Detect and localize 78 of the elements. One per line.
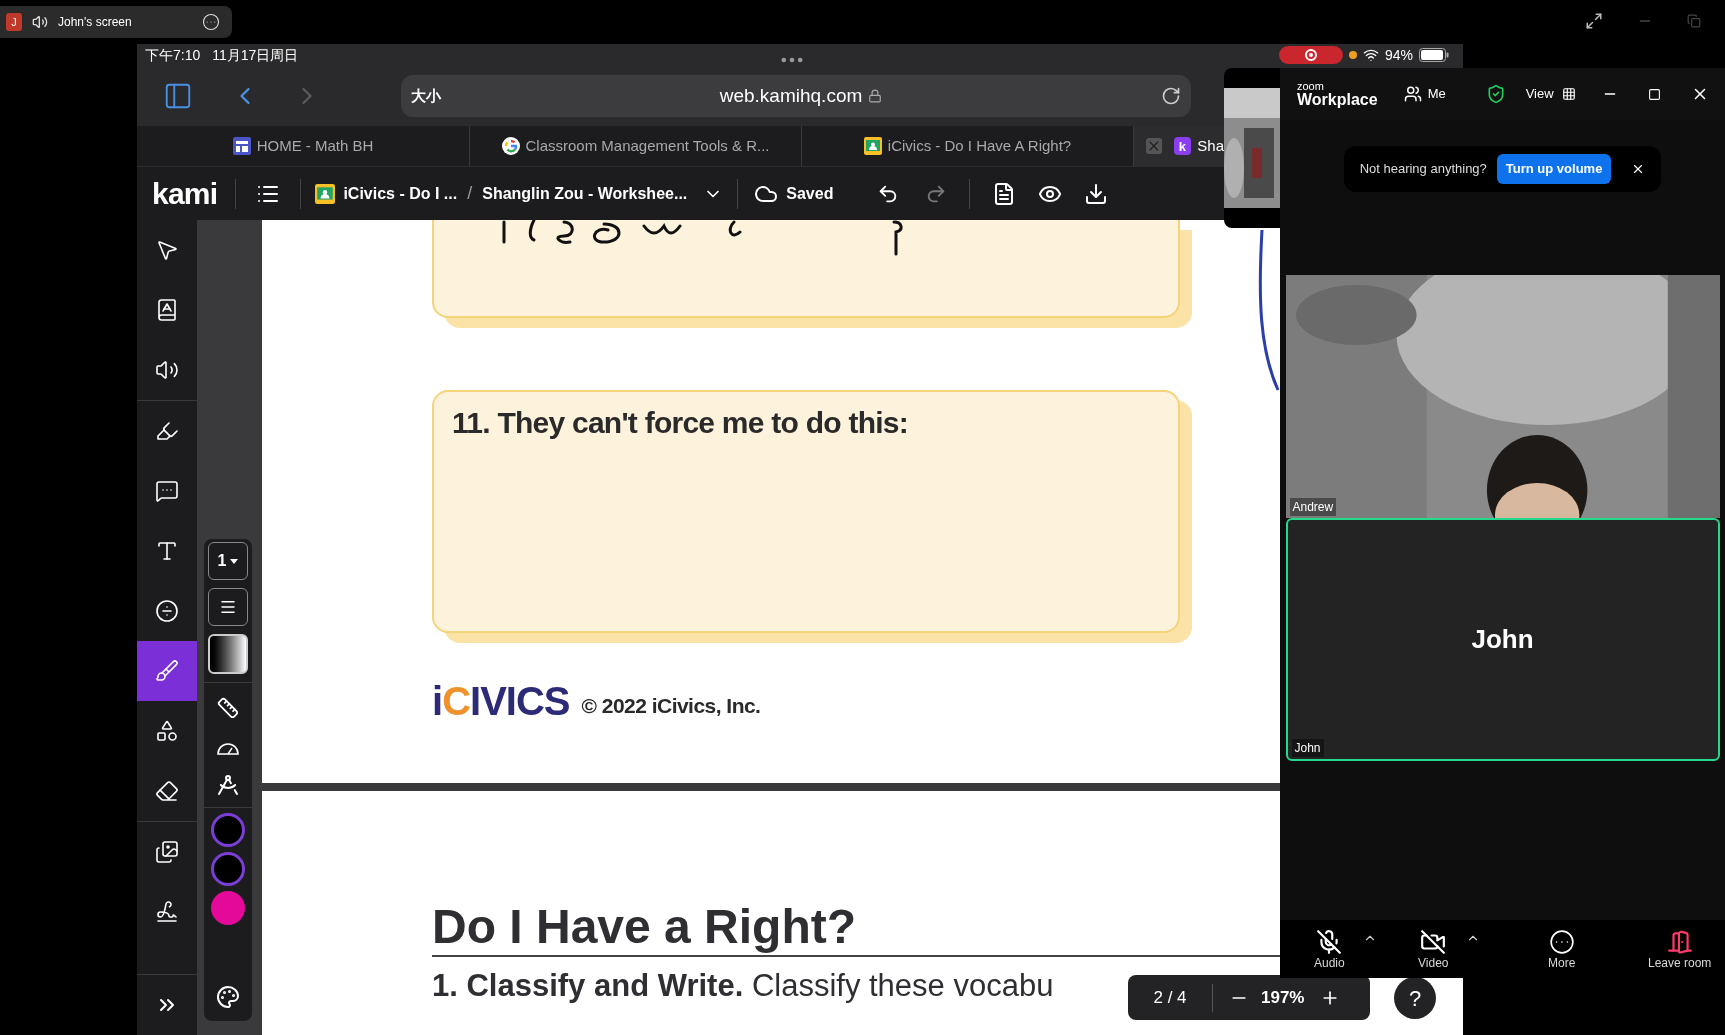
instruction-text: 1. Classify and Write. Classify these vocabu (432, 967, 1054, 1005)
colored-ring-icon (501, 137, 520, 155)
status-time: 下午7:10 (145, 45, 201, 65)
notice-text: Not hearing anything? (1359, 160, 1487, 179)
brand-name: Workplace (1297, 91, 1378, 108)
status-date: 11月17日周日 (212, 45, 299, 65)
exit-door-icon (1666, 929, 1693, 955)
participant-name: John (1291, 739, 1324, 757)
meeting-control[interactable]: Leave room (1644, 929, 1716, 969)
expand-icon[interactable] (1585, 12, 1603, 30)
ruler-icon[interactable] (217, 697, 239, 719)
battery-percent: 94% (1384, 45, 1413, 65)
stroke-width-dropdown[interactable]: 1 (208, 542, 248, 580)
app-icon: k (1173, 137, 1192, 155)
screen-share-pill[interactable]: J John's screen (0, 6, 232, 38)
color-swatch[interactable] (211, 813, 245, 847)
user-initial-badge: J (6, 13, 22, 31)
divide-icon (155, 599, 179, 623)
gradient-swatch[interactable] (208, 634, 248, 674)
eraser-icon (155, 779, 179, 803)
color-swatch[interactable] (211, 891, 245, 925)
breadcrumb-link[interactable]: iCivics - Do I ... (343, 181, 458, 206)
grid-icon (1561, 87, 1576, 101)
color-swatch[interactable] (211, 852, 245, 886)
url-text: web.kamihq.com (719, 83, 863, 108)
participant-display-name: John (1471, 623, 1534, 656)
protractor-icon[interactable] (216, 741, 240, 755)
meeting-control[interactable]: More (1544, 929, 1580, 969)
icivics-logo: iCIVICS (432, 681, 570, 721)
recording-indicator (1278, 46, 1343, 64)
page-indicator: 2 / 4 (1152, 986, 1188, 1009)
signature-icon (155, 900, 179, 924)
zoom-level: 197% (1261, 986, 1305, 1009)
copyright-text: © 2022 iCivics, Inc. (581, 692, 761, 719)
speaker-icon (32, 14, 48, 30)
question-text: 11. They can't force me to do this: (452, 406, 908, 439)
image-icon (155, 840, 179, 864)
download-icon[interactable] (1084, 181, 1109, 206)
palette-icon[interactable] (216, 985, 240, 1009)
maximize-icon[interactable] (1648, 87, 1661, 101)
document-title[interactable]: Shanglin Zou - Workshee... (482, 181, 688, 206)
address-bar[interactable]: 大小 web.kamihq.com (401, 75, 1191, 117)
sidebar-icon[interactable] (163, 81, 193, 111)
share-label: John's screen (58, 14, 132, 31)
book-icon (155, 298, 179, 322)
line-style-button[interactable] (208, 588, 248, 626)
grid-icon (232, 137, 251, 155)
lock-icon (868, 89, 883, 103)
pointer-icon (155, 238, 179, 262)
browser-tab[interactable]: HOME - Math BH (137, 126, 469, 166)
save-status: Saved (786, 183, 834, 204)
battery-icon (1419, 48, 1449, 62)
kami-logo: kami (152, 176, 218, 212)
caret-icon (230, 558, 239, 564)
speaker-icon (155, 358, 179, 382)
more-icon[interactable] (202, 13, 220, 31)
compass-icon[interactable] (216, 773, 240, 797)
breadcrumb-separator: / (467, 182, 473, 205)
reload-icon[interactable] (1161, 86, 1181, 106)
classroom-icon (863, 137, 882, 155)
text-size-button[interactable]: 大小 (411, 84, 441, 108)
participant-name: Andrew (1289, 498, 1337, 516)
brand-small: zoom (1297, 80, 1325, 92)
browser-tab[interactable]: k Sha (1133, 126, 1224, 166)
shapes-icon (155, 719, 179, 743)
people-icon (1403, 85, 1422, 103)
highlighter-icon (155, 419, 179, 443)
help-button[interactable]: ? (1394, 977, 1436, 1019)
more-icon (1548, 929, 1575, 955)
classroom-icon (315, 183, 336, 204)
wifi-icon (1362, 47, 1379, 63)
turn-up-volume-button[interactable]: Turn up volume (1496, 154, 1612, 184)
brush-icon (155, 659, 179, 683)
view-button[interactable]: View (1525, 84, 1576, 104)
participants-button[interactable]: Me (1403, 84, 1446, 104)
menu-icon (219, 598, 237, 616)
comment-icon (155, 479, 179, 503)
text-icon (155, 539, 179, 563)
